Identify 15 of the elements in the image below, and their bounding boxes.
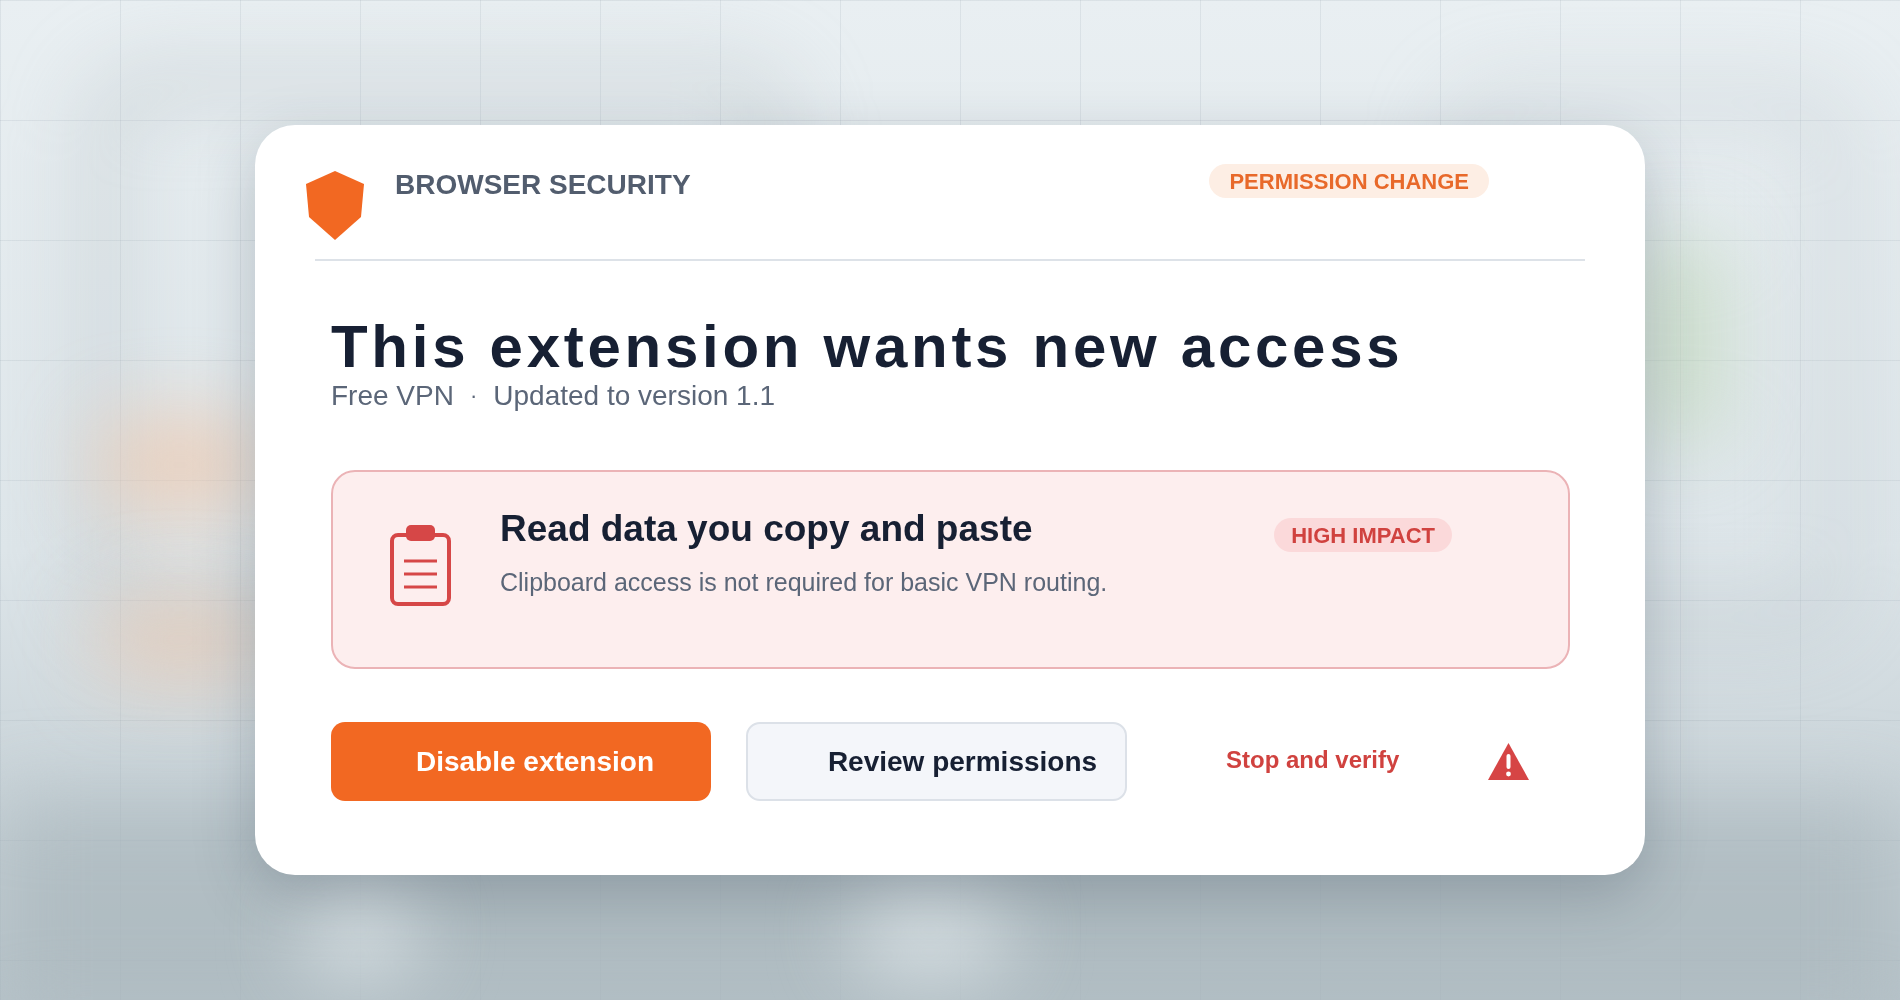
disable-button[interactable]: Disable extension <box>331 722 711 801</box>
separator-dot: · <box>469 382 478 410</box>
permission-change-badge: PERMISSION CHANGE <box>1209 164 1489 198</box>
dialog-title: This extension wants new access <box>331 317 1405 377</box>
warning-icon <box>1488 743 1530 780</box>
permission-title: Read data you copy and paste <box>500 507 1034 551</box>
extension-name: Free VPN <box>331 379 454 413</box>
review-button[interactable]: Review permissions <box>746 722 1127 801</box>
shield-icon <box>306 171 364 240</box>
verify-link[interactable]: Stop and verify <box>1226 741 1400 778</box>
product-label: BROWSER SECURITY <box>395 170 691 200</box>
clipboard-icon <box>389 523 452 607</box>
version-note: Updated to version 1.1 <box>493 379 775 413</box>
permission-description: Clipboard access is not required for basic VPN routing. <box>500 567 1109 598</box>
impact-badge: HIGH IMPACT <box>1274 518 1452 552</box>
